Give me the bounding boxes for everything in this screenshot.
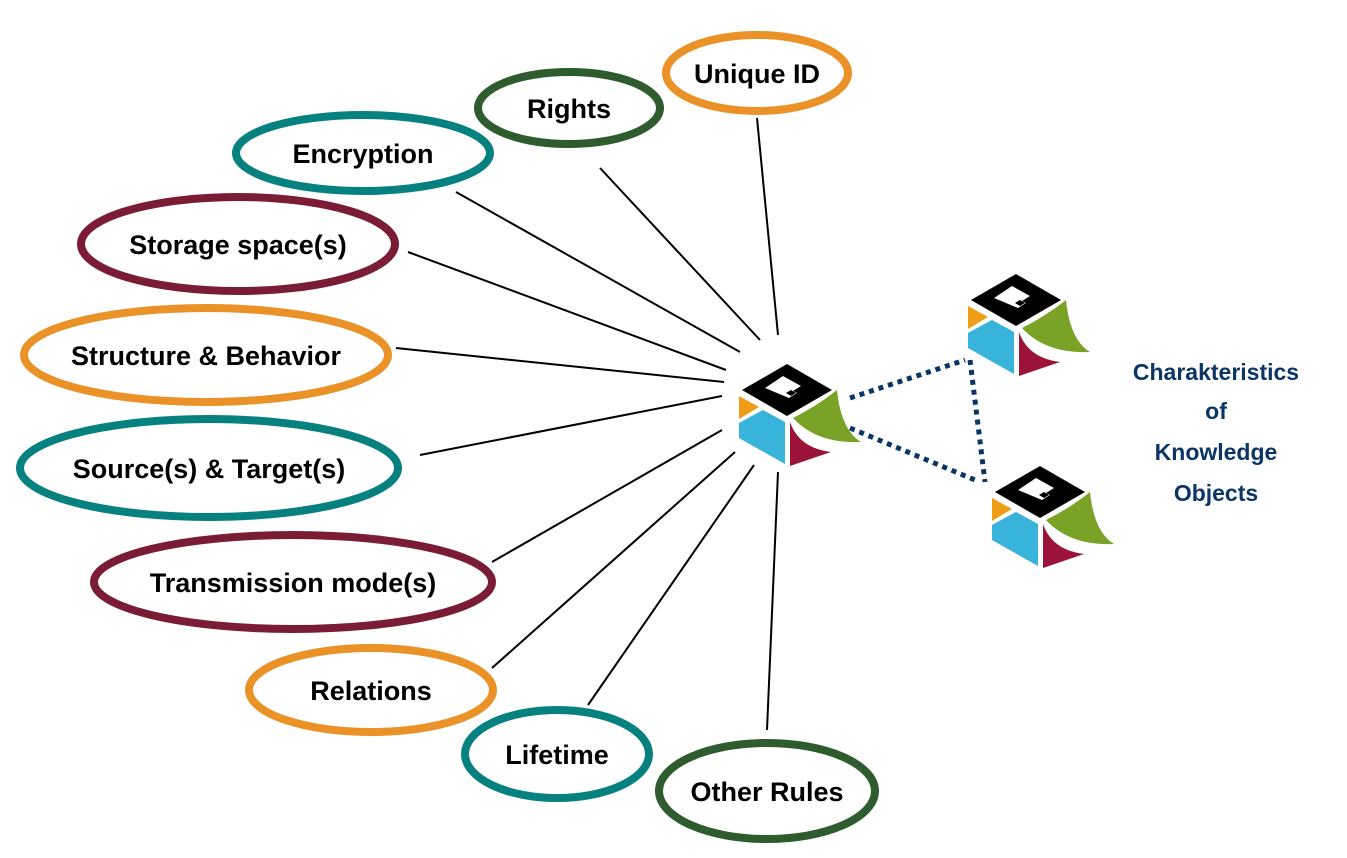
dotted-links — [849, 357, 988, 483]
node-other-rules[interactable]: Other Rules — [655, 739, 879, 843]
node-label: Rights — [527, 94, 611, 124]
node-transmission-mode-s[interactable]: Transmission mode(s) — [90, 531, 496, 633]
node-structure-behavior[interactable]: Structure & Behavior — [20, 304, 392, 406]
node-label: Storage space(s) — [129, 230, 347, 260]
knowledge-object-top-cube-icon — [968, 274, 1090, 376]
connector-structure-behavior — [395, 347, 725, 383]
diagram-title: Charakteristics of Knowledge Objects — [1133, 359, 1299, 506]
title-line-1: Charakteristics — [1133, 359, 1299, 385]
connector-rights — [599, 167, 761, 341]
knowledge-object-diagram: Unique ID Rights Encryption Storage space(s… — [16, 31, 1299, 843]
title-line-2: of — [1205, 398, 1227, 424]
node-label: Encryption — [292, 139, 433, 169]
node-label: Transmission mode(s) — [150, 568, 437, 598]
connector-relations — [491, 451, 736, 669]
node-source-s-target-s[interactable]: Source(s) & Target(s) — [16, 415, 402, 521]
title-line-4: Objects — [1174, 480, 1258, 506]
connector-lifetime — [587, 464, 755, 706]
central-knowledge-object-cube-icon — [739, 364, 861, 466]
connector-lines — [395, 117, 779, 731]
connector-source-s-target-s — [419, 395, 723, 456]
node-label: Other Rules — [690, 777, 843, 807]
node-rights[interactable]: Rights — [474, 68, 664, 148]
connector-other-rules — [766, 471, 779, 731]
connector-transmission-mode-s — [491, 429, 723, 563]
connector-storage-space-s — [407, 251, 727, 371]
node-encryption[interactable]: Encryption — [232, 111, 494, 195]
node-label: Source(s) & Target(s) — [73, 454, 346, 484]
connector-unique-id — [756, 117, 779, 336]
title-line-3: Knowledge — [1155, 439, 1278, 465]
dotted-link-vertical — [967, 359, 988, 483]
dotted-link-bottom — [849, 425, 976, 483]
knowledge-object-bottom-cube-icon — [992, 466, 1114, 568]
node-label: Structure & Behavior — [71, 341, 342, 371]
dotted-link-top — [849, 357, 966, 401]
node-storage-space-s[interactable]: Storage space(s) — [77, 193, 399, 295]
node-label: Lifetime — [505, 740, 609, 770]
node-relations[interactable]: Relations — [245, 644, 497, 736]
node-lifetime[interactable]: Lifetime — [461, 706, 653, 802]
node-label: Relations — [310, 676, 432, 706]
cube-icons — [739, 274, 1114, 568]
node-unique-id[interactable]: Unique ID — [662, 31, 852, 115]
node-label: Unique ID — [694, 59, 820, 89]
